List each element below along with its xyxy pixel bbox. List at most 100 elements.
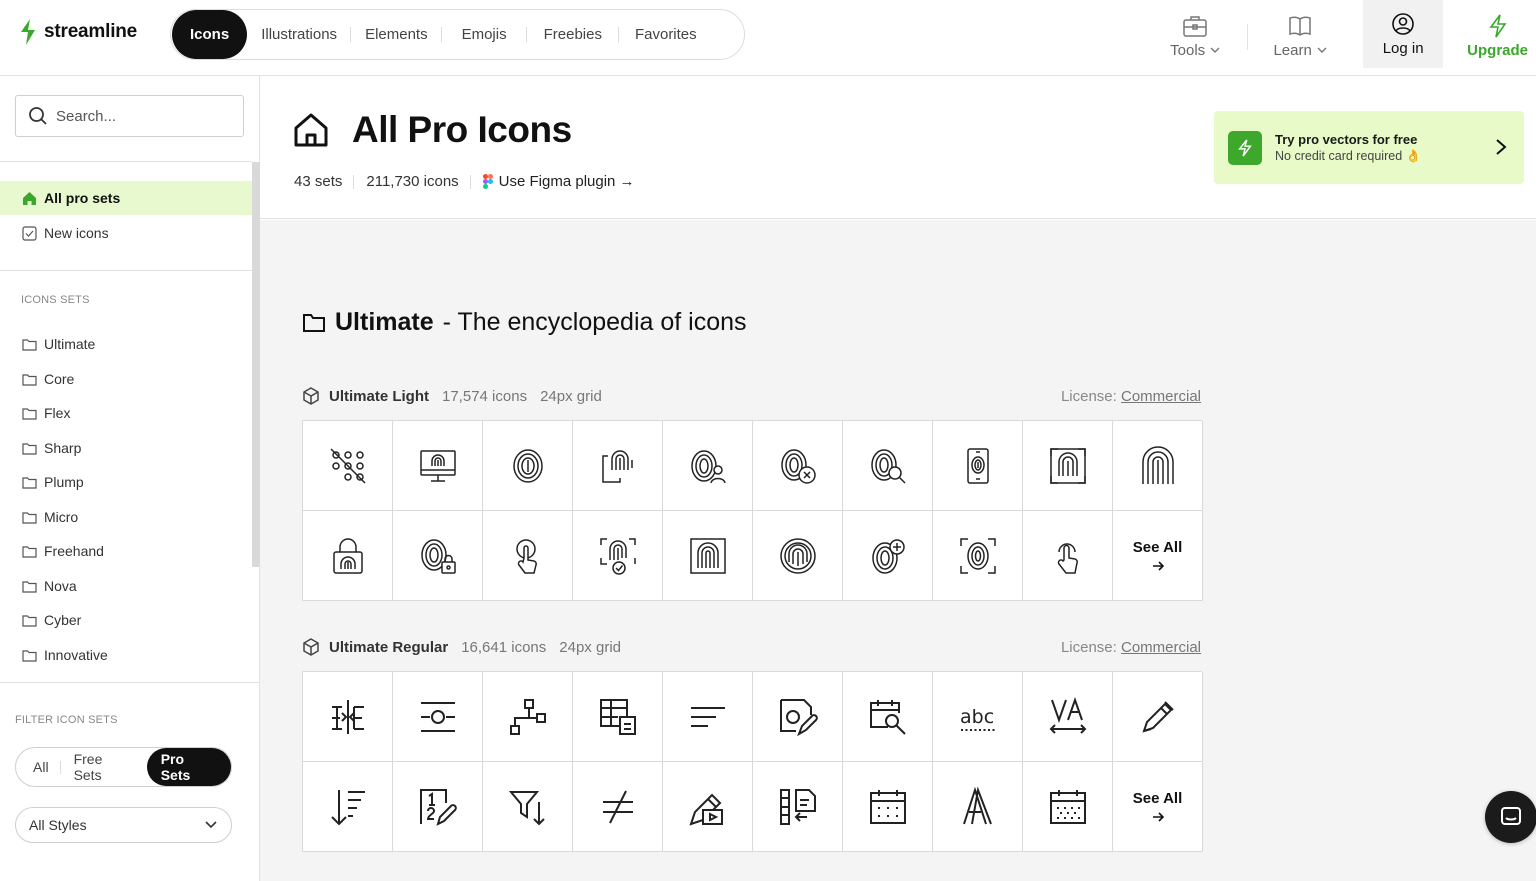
sidebar-item-all-pro-sets[interactable]: All pro sets: [0, 181, 252, 215]
icon-cell[interactable]: [393, 511, 483, 601]
promo-banner[interactable]: Try pro vectors for free No credit card …: [1214, 111, 1524, 184]
icon-cell[interactable]: [663, 511, 753, 601]
home-icon: [23, 191, 36, 205]
tab-illustrations[interactable]: Illustrations: [247, 10, 351, 59]
page-header: All Pro Icons 43 sets 211,730 icons Use …: [260, 76, 1536, 219]
arrow-right-icon: [1152, 561, 1164, 571]
tab-emojis[interactable]: Emojis: [442, 10, 527, 59]
sidebar-item-sharp[interactable]: Sharp: [0, 431, 252, 465]
license-link[interactable]: Commercial: [1121, 639, 1201, 656]
learn-menu[interactable]: Learn: [1247, 0, 1353, 72]
icon-cell[interactable]: [843, 421, 933, 511]
icon-cell[interactable]: [483, 672, 573, 762]
icon-grid-light: See All: [302, 420, 1203, 601]
collection-name: Ultimate: [335, 308, 434, 336]
tab-icons[interactable]: Icons: [172, 10, 248, 59]
sidebar-item-innovative[interactable]: Innovative: [0, 638, 252, 672]
icon-cell[interactable]: [573, 672, 663, 762]
upgrade-button[interactable]: Upgrade: [1453, 0, 1536, 72]
icon-cell[interactable]: [843, 511, 933, 601]
icon-cell[interactable]: [753, 672, 843, 762]
user-circle-icon: [1392, 12, 1414, 35]
tools-menu[interactable]: Tools: [1143, 0, 1247, 72]
icon-cell[interactable]: [573, 511, 663, 601]
spell-check-icon: abc: [960, 706, 995, 731]
license-label: License:: [1060, 387, 1117, 405]
icon-cell[interactable]: [663, 762, 753, 852]
icon-sets-heading: ICONS SETS: [21, 294, 90, 306]
sidebar-item-label: Nova: [44, 578, 77, 594]
icon-cell[interactable]: [663, 421, 753, 511]
sidebar-item-ultimate[interactable]: Ultimate: [0, 327, 252, 361]
license-link[interactable]: Commercial: [1121, 388, 1201, 405]
icon-cell[interactable]: [843, 762, 933, 852]
chat-launcher-button[interactable]: [1485, 791, 1536, 843]
icon-cell[interactable]: [303, 421, 393, 511]
style-select[interactable]: All Styles: [15, 807, 232, 843]
folder-icon: [22, 614, 37, 627]
icon-cell[interactable]: [843, 672, 933, 762]
tab-freebies[interactable]: Freebies: [527, 10, 620, 59]
chevron-down-icon: [1210, 47, 1220, 53]
sidebar-item-freehand[interactable]: Freehand: [0, 534, 252, 568]
icon-cell[interactable]: [1023, 421, 1113, 511]
pen-edit-icon: [1141, 700, 1174, 733]
icon-cell[interactable]: [303, 511, 393, 601]
see-all-button[interactable]: See All: [1113, 511, 1203, 601]
tab-favorites[interactable]: Favorites: [619, 10, 713, 59]
icon-cell[interactable]: [933, 511, 1023, 601]
sidebar-item-new-icons[interactable]: New icons: [0, 216, 252, 250]
sidebar-scrollbar[interactable]: [252, 162, 260, 567]
icon-cell[interactable]: [393, 421, 483, 511]
icon-cell[interactable]: [933, 421, 1023, 511]
sidebar-item-flex[interactable]: Flex: [0, 396, 252, 430]
sidebar-item-cyber[interactable]: Cyber: [0, 603, 252, 637]
fingerprint-check-icon: [599, 537, 636, 575]
sidebar-item-label: Flex: [44, 405, 71, 421]
sidebar-item-label: Cyber: [44, 612, 82, 628]
icon-cell[interactable]: [573, 762, 663, 852]
login-label: Log in: [1382, 39, 1424, 57]
icon-cell[interactable]: [933, 762, 1023, 852]
icon-cell[interactable]: [573, 421, 663, 511]
tab-elements[interactable]: Elements: [351, 10, 442, 59]
sidebar-item-micro[interactable]: Micro: [0, 500, 252, 534]
icon-cell[interactable]: [393, 762, 483, 852]
login-button[interactable]: Log in: [1363, 0, 1444, 68]
not-equal-icon: [602, 790, 633, 823]
icon-cell[interactable]: [483, 421, 573, 511]
filter-all[interactable]: All: [16, 748, 61, 786]
chat-icon: [1501, 807, 1521, 825]
icon-cell[interactable]: [1113, 672, 1203, 762]
icon-cell[interactable]: abc: [933, 672, 1023, 762]
style-select-value: All Styles: [29, 817, 87, 833]
figma-plugin-link[interactable]: Use Figma plugin →: [471, 173, 635, 190]
icon-cell[interactable]: [483, 762, 573, 852]
filter-descending-icon: [508, 790, 545, 825]
sidebar-item-core[interactable]: Core: [0, 362, 252, 396]
icon-cell[interactable]: [1113, 421, 1203, 511]
icon-cell[interactable]: [393, 672, 483, 762]
sidebar-item-plump[interactable]: Plump: [0, 465, 252, 499]
icon-cell[interactable]: [753, 421, 843, 511]
sidebar-item-label: Micro: [44, 509, 79, 525]
fingerprint-circle-icon: [779, 537, 816, 574]
see-all-button[interactable]: See All: [1113, 762, 1203, 852]
sidebar-item-nova[interactable]: Nova: [0, 569, 252, 603]
icon-cell[interactable]: [303, 672, 393, 762]
icon-cell[interactable]: [1023, 762, 1113, 852]
main-content: Ultimate - The encyclopedia of icons Ult…: [260, 220, 1536, 881]
filter-pro-sets[interactable]: Pro Sets: [146, 748, 231, 786]
icon-cell[interactable]: [753, 511, 843, 601]
sidebar-item-label: All pro sets: [44, 190, 121, 206]
icon-cell[interactable]: [663, 672, 753, 762]
icon-cell[interactable]: [303, 762, 393, 852]
logo[interactable]: streamline: [18, 18, 137, 46]
search-input[interactable]: Search...: [15, 95, 244, 137]
icon-cell[interactable]: [753, 762, 843, 852]
icon-cell[interactable]: [1023, 672, 1113, 762]
icon-cell[interactable]: [1023, 511, 1113, 601]
promo-subtitle: No credit card required 👌: [1275, 148, 1422, 163]
icon-cell[interactable]: [483, 511, 573, 601]
filter-free-sets[interactable]: Free Sets: [61, 748, 147, 786]
